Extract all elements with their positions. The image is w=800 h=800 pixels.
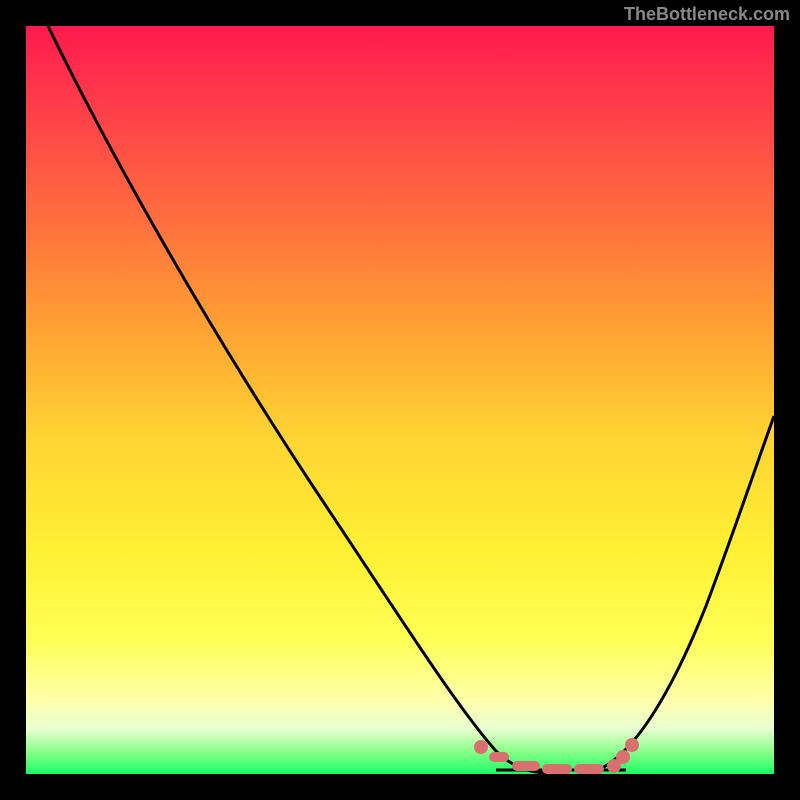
chart-curve	[26, 26, 774, 774]
chart-marker-segment	[542, 764, 572, 774]
watermark-text: TheBottleneck.com	[624, 4, 790, 25]
chart-marker	[625, 738, 639, 752]
chart-marker-segment	[489, 752, 509, 762]
chart-marker-segment	[574, 764, 604, 774]
chart-frame	[26, 26, 774, 774]
chart-marker-segment	[512, 761, 540, 771]
chart-marker	[616, 750, 630, 764]
chart-marker	[474, 740, 488, 754]
